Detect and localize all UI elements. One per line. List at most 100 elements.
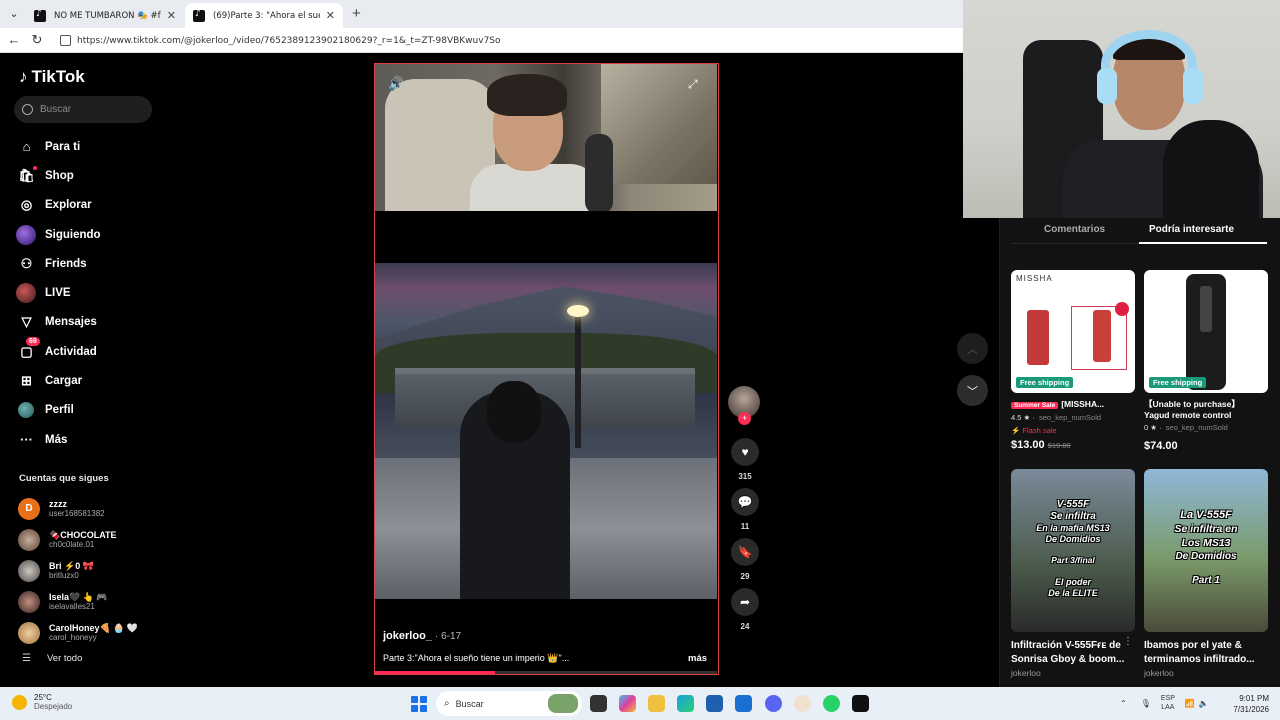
nav-label: LIVE xyxy=(45,287,71,300)
tab-podria-interesarte[interactable]: Podría interesarte xyxy=(1149,224,1234,235)
following-item[interactable]: Isela🖤 👆 🎮 iselavalles21 xyxy=(18,586,163,617)
following-item[interactable]: 🍫CHOCOLATE ch0c0late.01 xyxy=(18,524,163,555)
creator-avatar[interactable]: + xyxy=(728,386,760,425)
see-all-link[interactable]: ☰ Ver todo xyxy=(22,653,82,664)
recommended-video-card[interactable]: La V-555F Se infiltra en Los MS13 De Dom… xyxy=(1144,469,1268,678)
product-card[interactable]: Free shipping 【Unable to purchase】 Yagud… xyxy=(1144,270,1268,452)
browser-tab-2[interactable]: (69)Parte 3: "Ahora el sueño tiene ✕ xyxy=(185,3,343,28)
price-value: $13.00 xyxy=(1011,439,1045,451)
microphone-icon[interactable]: 🎙 xyxy=(1141,699,1151,708)
video-facecam-frame xyxy=(375,64,717,211)
following-item[interactable]: D zzzz user168581382 xyxy=(18,493,163,524)
new-tab-plus-icon[interactable]: + xyxy=(352,5,361,22)
search-input[interactable] xyxy=(40,104,140,115)
following-name: Bri ⚡0 🎀 xyxy=(49,561,94,571)
list-icon: ☰ xyxy=(22,653,31,664)
avatar xyxy=(18,559,40,582)
product-title-line2: Yagud remote control xyxy=(1144,410,1232,420)
following-list: D zzzz user168581382 🍫CHOCOLATE ch0c0lat… xyxy=(18,493,163,648)
nav-label: Siguiendo xyxy=(45,228,101,241)
video-author[interactable]: jokerloo xyxy=(1144,668,1268,678)
site-info-icon[interactable] xyxy=(60,35,71,46)
upload-icon: ⊞ xyxy=(21,373,32,389)
browser-tab-bar: ⌄ NO ME TUMBARON 🎭 #freefire ✕ (69)Parte… xyxy=(0,0,963,28)
language-indicator[interactable]: ESP LAA xyxy=(1161,694,1175,712)
tab-comentarios[interactable]: Comentarios xyxy=(1044,224,1105,235)
following-item[interactable]: Bri ⚡0 🎀 britluzx0 xyxy=(18,555,163,586)
product-brand: MISSHA xyxy=(1016,274,1053,283)
task-view-icon[interactable] xyxy=(590,695,607,712)
taskbar-search-label: Buscar xyxy=(455,698,484,709)
reload-icon[interactable]: ↻ xyxy=(29,32,45,48)
product-card[interactable]: MISSHA Free shipping Summer Sale [MISSHA.… xyxy=(1011,270,1135,451)
nav-item-mensajes[interactable]: ▽ Mensajes xyxy=(0,308,165,337)
taskbar-search[interactable]: ⌕ Buscar xyxy=(436,691,582,716)
video-author[interactable]: jokerloo xyxy=(1011,668,1135,678)
video-author[interactable]: jokerloo_ · 6-17 xyxy=(383,630,461,642)
activity-badge: 69 xyxy=(26,337,40,347)
search-icon: ⌕ xyxy=(444,698,450,709)
nav-item-explorar[interactable]: ◎ Explorar xyxy=(0,191,165,220)
comment-button[interactable]: 💬 xyxy=(731,488,759,516)
next-video-button[interactable]: ﹀ xyxy=(957,375,988,406)
clock[interactable]: 9:01 PM 7/31/2026 xyxy=(1221,693,1269,715)
chevron-up-icon[interactable]: ⌃ xyxy=(1120,699,1127,708)
windows-start-icon[interactable] xyxy=(411,696,427,712)
nav-item-siguiendo[interactable]: Siguiendo xyxy=(0,220,165,249)
nav-item-para-ti[interactable]: ⌂ Para ti xyxy=(0,132,165,161)
app-icon[interactable] xyxy=(794,695,811,712)
main-nav: ⌂ Para ti 🛍 Shop ◎ Explorar Siguiendo ⚇ … xyxy=(0,132,165,454)
edge-icon[interactable] xyxy=(677,695,694,712)
tab-list-chevron-icon[interactable]: ⌄ xyxy=(6,6,22,22)
tiktok-app-icon[interactable] xyxy=(852,695,869,712)
video-player[interactable]: 🔊 ⤢ jokerloo_ · 6-17 Parte 3:"Ahora el s… xyxy=(374,63,719,675)
nav-label: Explorar xyxy=(45,199,92,212)
video-progress-bar[interactable] xyxy=(375,671,717,674)
following-item[interactable]: CarolHoney🍕 🧁 🤍 carol_honeyy xyxy=(18,617,163,648)
volume-icon[interactable]: 🔊 xyxy=(388,76,406,94)
fullscreen-icon[interactable]: ⤢ xyxy=(688,77,704,93)
nav-item-perfil[interactable]: Perfil xyxy=(0,396,165,425)
save-button[interactable]: 🔖 xyxy=(731,538,759,566)
see-all-label: Ver todo xyxy=(46,653,83,664)
video-thumbnail: La V-555F Se infiltra en Los MS13 De Dom… xyxy=(1144,469,1268,632)
volume-icon[interactable]: 🔈 xyxy=(1199,699,1209,708)
back-arrow-icon[interactable]: ← xyxy=(6,32,22,48)
copilot-icon[interactable] xyxy=(619,695,636,712)
following-header: Cuentas que sigues xyxy=(19,473,109,484)
weather-widget[interactable]: 25°C Despejado xyxy=(12,693,72,711)
whatsapp-icon[interactable] xyxy=(823,695,840,712)
nav-item-live[interactable]: LIVE xyxy=(0,278,165,307)
like-button[interactable]: ♥ xyxy=(731,438,759,466)
nav-item-mas[interactable]: ··· Más xyxy=(0,425,165,454)
caption-more-button[interactable]: más xyxy=(688,653,707,664)
follow-plus-icon[interactable]: + xyxy=(738,412,751,425)
nav-item-shop[interactable]: 🛍 Shop xyxy=(0,161,165,190)
sidebar: ♪ TikTok ⌂ Para ti 🛍 Shop ◎ Explorar Sig… xyxy=(0,53,165,687)
tiktok-logo[interactable]: ♪ TikTok xyxy=(19,67,85,87)
file-explorer-icon[interactable] xyxy=(648,695,665,712)
nav-item-actividad[interactable]: ▢ 69 Actividad xyxy=(0,337,165,366)
video-title: Infiltración V-555Fғᴇ de Sonrisa Gboy & … xyxy=(1011,640,1125,665)
more-options-icon[interactable]: ⋮ xyxy=(1123,636,1133,647)
store-icon[interactable] xyxy=(706,695,723,712)
author-name[interactable]: jokerloo_ xyxy=(383,630,432,642)
previous-video-button[interactable]: ︿ xyxy=(957,333,988,364)
tab-title: NO ME TUMBARON 🎭 #freefire xyxy=(54,10,161,21)
share-button[interactable]: ➦ xyxy=(731,588,759,616)
search-bar[interactable] xyxy=(14,96,152,123)
nav-item-cargar[interactable]: ⊞ Cargar xyxy=(0,366,165,395)
close-tab-icon[interactable]: ✕ xyxy=(167,9,176,22)
product-title: 【Unable to purchase】 xyxy=(1144,399,1240,409)
wifi-icon[interactable]: 📶 xyxy=(1185,699,1195,708)
close-tab-icon[interactable]: ✕ xyxy=(326,9,335,22)
nav-item-friends[interactable]: ⚇ Friends xyxy=(0,249,165,278)
outlook-icon[interactable] xyxy=(735,695,752,712)
browser-tab-1[interactable]: NO ME TUMBARON 🎭 #freefire ✕ xyxy=(26,3,184,28)
free-shipping-badge: Free shipping xyxy=(1149,377,1207,388)
thumb-text: Los MS13 xyxy=(1181,537,1231,549)
following-name: zzzz xyxy=(49,499,67,509)
url-field[interactable]: https://www.tiktok.com/@jokerloo_/video/… xyxy=(54,31,959,50)
recommended-video-card[interactable]: V-555F Se infiltra En la mafia MS13 De D… xyxy=(1011,469,1135,678)
discord-icon[interactable] xyxy=(765,695,782,712)
